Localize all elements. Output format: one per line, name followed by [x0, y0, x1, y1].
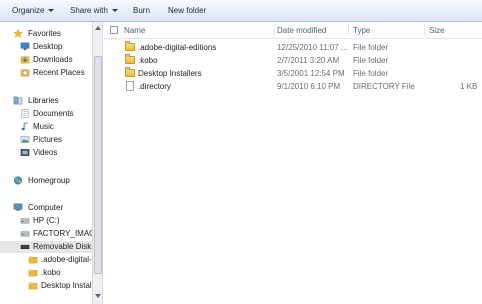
nav-recent-places[interactable]: Recent Places [0, 67, 92, 79]
file-date: 2/7/2011 3:20 AM [277, 56, 340, 65]
folder-icon [125, 67, 135, 77]
nav-factory-image-label: FACTORY_IMAG [33, 229, 92, 238]
nav-music[interactable]: Music [0, 121, 92, 133]
select-all-checkbox[interactable] [110, 26, 118, 34]
nav-libraries-label: Libraries [28, 96, 59, 105]
nav-libraries[interactable]: Libraries [0, 95, 92, 107]
column-size[interactable]: Size [429, 26, 445, 35]
nav-sub-desktop-installers[interactable]: Desktop Installe [0, 280, 92, 292]
pictures-icon [20, 136, 30, 143]
column-type[interactable]: Type [353, 26, 370, 35]
file-row[interactable]: .adobe-digital-editions 12/25/2010 11:07… [104, 41, 482, 54]
file-type: DIRECTORY File [353, 82, 415, 91]
file-type: File folder [353, 69, 389, 78]
libraries-icon [13, 96, 23, 105]
file-type: File folder [353, 43, 389, 52]
nav-videos[interactable]: Videos [0, 147, 92, 159]
homegroup-icon [13, 176, 23, 185]
nav-downloads-label: Downloads [33, 55, 73, 64]
organize-label: Organize [12, 6, 45, 15]
nav-desktop-label: Desktop [33, 42, 63, 51]
nav-music-label: Music [33, 122, 54, 131]
nav-drive-c-label: HP (C:) [33, 216, 60, 225]
column-separator[interactable] [274, 24, 275, 36]
nav-sub-adobe[interactable]: .adobe-digital- [0, 254, 92, 266]
recent-places-icon [20, 69, 30, 77]
hard-drive-icon [20, 231, 30, 237]
folder-icon [28, 256, 38, 264]
nav-videos-label: Videos [33, 148, 58, 157]
column-separator[interactable] [424, 24, 425, 36]
nav-homegroup[interactable]: Homegroup [0, 175, 92, 187]
file-row[interactable]: .directory 9/1/2010 6:10 PM DIRECTORY Fi… [104, 80, 482, 93]
column-date-modified[interactable]: Date modified [277, 26, 326, 35]
folder-icon [125, 54, 135, 64]
folder-icon [125, 41, 135, 51]
folder-icon [28, 282, 38, 290]
file-date: 9/1/2010 6:10 PM [277, 82, 341, 91]
nav-computer-label: Computer [28, 203, 64, 212]
navigation-scrollbar[interactable] [92, 22, 103, 304]
column-separator[interactable] [348, 24, 349, 36]
column-name[interactable]: Name [124, 26, 145, 35]
nav-desktop[interactable]: Desktop [0, 41, 92, 53]
downloads-folder-icon [20, 56, 30, 64]
share-with-label: Share with [70, 6, 108, 15]
nav-documents[interactable]: Documents [0, 108, 92, 120]
computer-icon [13, 203, 23, 211]
share-with-button[interactable]: Share with [70, 5, 118, 17]
column-header-row: Name Date modified Type Size [104, 22, 482, 39]
organize-button[interactable]: Organize [12, 5, 55, 17]
nav-drive-c[interactable]: HP (C:) [0, 215, 92, 227]
removable-disk-icon [20, 244, 30, 249]
nav-sub-adobe-label: .adobe-digital- [41, 255, 92, 264]
nav-sub-desktop-installers-label: Desktop Installe [41, 281, 92, 290]
file-date: 12/25/2010 11:07 ... [277, 43, 348, 52]
documents-icon [21, 109, 29, 118]
nav-pictures-label: Pictures [33, 135, 62, 144]
music-icon [21, 122, 28, 131]
file-icon [126, 81, 134, 91]
nav-computer[interactable]: Computer [0, 202, 92, 214]
file-name: .kobo [138, 56, 158, 65]
file-row[interactable]: .kobo 2/7/2011 3:20 AM File folder [104, 54, 482, 67]
videos-icon [20, 149, 30, 156]
nav-sub-kobo[interactable]: .kobo [0, 267, 92, 279]
nav-favorites-label: Favorites [28, 29, 61, 38]
nav-favorites[interactable]: Favorites [0, 28, 92, 40]
nav-factory-image[interactable]: FACTORY_IMAG [0, 228, 92, 240]
nav-recent-places-label: Recent Places [33, 68, 85, 77]
scroll-up-arrow-icon[interactable] [95, 26, 101, 30]
desktop-icon [20, 42, 30, 51]
folder-icon [28, 269, 38, 277]
file-name: .adobe-digital-editions [138, 43, 217, 52]
star-icon [13, 29, 23, 38]
scrollbar-thumb[interactable] [94, 56, 102, 274]
new-folder-button[interactable]: New folder [168, 5, 206, 17]
nav-removable-disk[interactable]: Removable Disk ( [0, 241, 92, 253]
file-row[interactable]: Desktop Installers 3/5/2001 12:54 PM Fil… [104, 67, 482, 80]
navigation-pane: Favorites Desktop Downloads Recent Place… [0, 22, 92, 304]
file-date: 3/5/2001 12:54 PM [277, 69, 345, 78]
nav-homegroup-label: Homegroup [28, 176, 70, 185]
file-list-pane: Name Date modified Type Size .adobe-digi… [104, 22, 482, 304]
burn-button[interactable]: Burn [133, 5, 150, 17]
nav-documents-label: Documents [33, 109, 74, 118]
chevron-down-icon [111, 9, 118, 13]
file-type: File folder [353, 56, 389, 65]
nav-pictures[interactable]: Pictures [0, 134, 92, 146]
hard-drive-icon [20, 218, 30, 224]
nav-removable-disk-label: Removable Disk ( [33, 242, 92, 251]
file-size: 1 KB [460, 82, 478, 91]
file-name: .directory [138, 82, 171, 91]
chevron-down-icon [48, 9, 55, 13]
nav-downloads[interactable]: Downloads [0, 54, 92, 66]
command-toolbar: Organize Share with Burn New folder [0, 0, 482, 22]
burn-label: Burn [133, 6, 150, 15]
nav-sub-kobo-label: .kobo [41, 268, 61, 277]
file-name: Desktop Installers [138, 69, 202, 78]
new-folder-label: New folder [168, 6, 207, 15]
scroll-down-arrow-icon[interactable] [95, 294, 101, 298]
